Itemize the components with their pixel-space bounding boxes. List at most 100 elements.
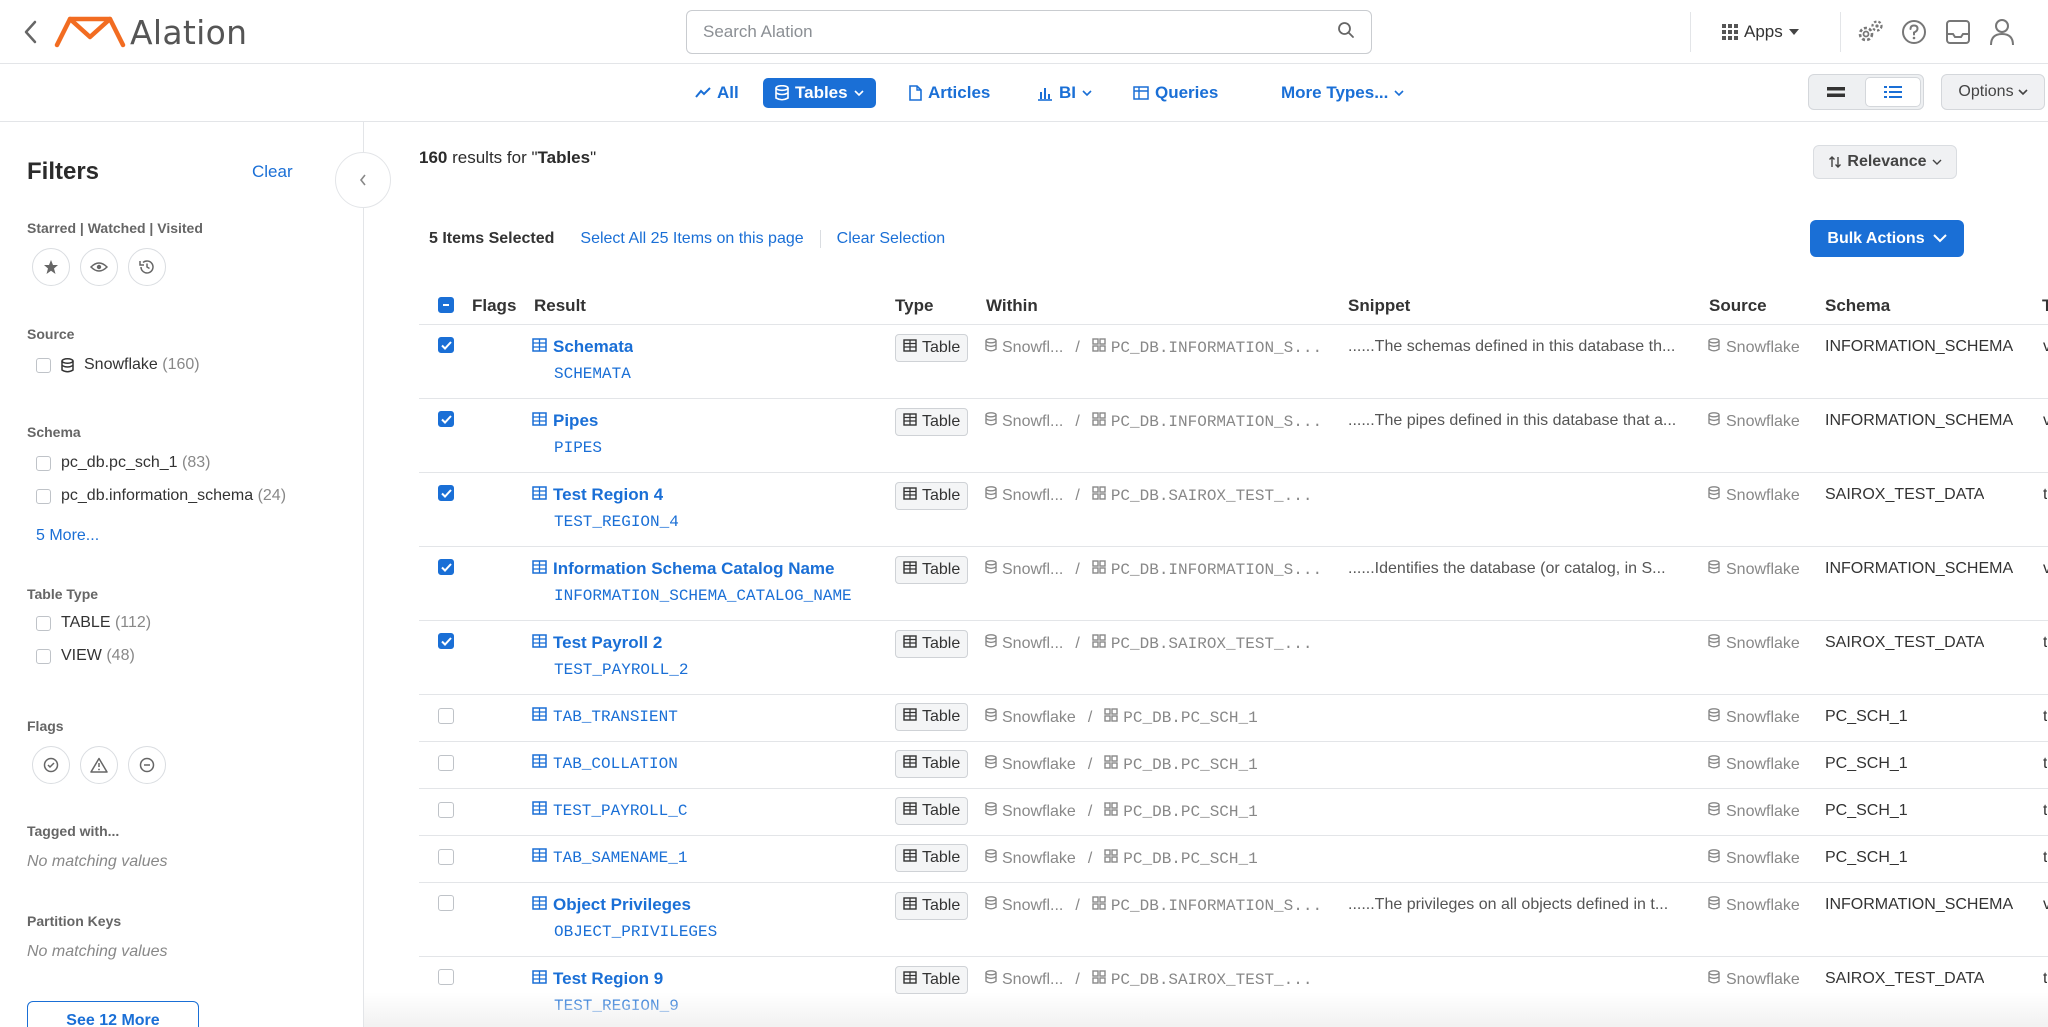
- row-checkbox[interactable]: [438, 755, 454, 771]
- tab-bi[interactable]: BI: [1025, 78, 1104, 108]
- compact-view-button[interactable]: [1809, 75, 1863, 109]
- inbox-icon[interactable]: [1942, 16, 1974, 48]
- filter-checkbox[interactable]: [36, 488, 51, 504]
- result-title-link[interactable]: Schemata: [532, 337, 633, 357]
- table-icon: [532, 969, 547, 989]
- table-row[interactable]: Pipes PIPES Table Snowfl... / PC_DB.INFORMATI…: [419, 398, 2048, 472]
- table-type-option-view[interactable]: VIEW (48): [36, 647, 135, 665]
- row-checkbox[interactable]: [438, 559, 454, 575]
- row-checkbox[interactable]: [438, 633, 454, 649]
- tab-articles[interactable]: Articles: [897, 78, 1002, 108]
- table-row[interactable]: TAB_SAMENAME_1 Table Snowflake / PC_DB.PC_SC…: [419, 835, 2048, 882]
- column-snippet[interactable]: Snippet: [1348, 296, 1410, 316]
- within-path[interactable]: Snowflake / PC_DB.PC_SCH_1: [985, 755, 1319, 774]
- filter-checkbox[interactable]: [36, 648, 51, 664]
- settings-gears-icon[interactable]: [1854, 16, 1886, 48]
- table-row[interactable]: Object Privileges OBJECT_PRIVILEGES Table S…: [419, 882, 2048, 956]
- result-title-link[interactable]: TAB_SAMENAME_1: [532, 848, 687, 867]
- collapse-sidebar-button[interactable]: [335, 152, 391, 208]
- filter-checkbox[interactable]: [36, 455, 51, 471]
- table-row[interactable]: Test Region 4 TEST_REGION_4 Table Snowfl...…: [419, 472, 2048, 546]
- schema-option-information-schema[interactable]: pc_db.information_schema (24): [36, 487, 286, 505]
- column-flags[interactable]: Flags: [472, 296, 516, 316]
- result-title-link[interactable]: Object Privileges: [532, 895, 691, 915]
- result-title-link[interactable]: Test Region 4: [532, 485, 663, 505]
- within-path[interactable]: Snowflake / PC_DB.PC_SCH_1: [985, 849, 1319, 868]
- within-path[interactable]: Snowflake / PC_DB.PC_SCH_1: [985, 708, 1319, 727]
- row-checkbox[interactable]: [438, 337, 454, 353]
- row-checkbox[interactable]: [438, 969, 454, 985]
- deprecated-flag-filter-button[interactable]: [128, 746, 166, 784]
- row-checkbox[interactable]: [438, 411, 454, 427]
- table-row[interactable]: TAB_COLLATION Table Snowflake / PC_DB.PC_SCH…: [419, 741, 2048, 788]
- sort-dropdown[interactable]: Relevance: [1813, 145, 1957, 179]
- result-title-link[interactable]: Test Payroll 2: [532, 633, 662, 653]
- column-source[interactable]: Source: [1709, 296, 1767, 316]
- result-title-link[interactable]: TAB_TRANSIENT: [532, 707, 678, 726]
- table-row[interactable]: TAB_TRANSIENT Table Snowflake / PC_DB.PC_SCH…: [419, 694, 2048, 741]
- filter-checkbox[interactable]: [36, 615, 51, 631]
- row-checkbox[interactable]: [438, 802, 454, 818]
- alation-logo[interactable]: Alation: [54, 12, 247, 52]
- filter-checkbox[interactable]: [36, 357, 51, 373]
- row-checkbox[interactable]: [438, 895, 454, 911]
- apps-menu-button[interactable]: Apps: [1722, 18, 1799, 46]
- visited-filter-button[interactable]: [128, 248, 166, 286]
- bulk-actions-button[interactable]: Bulk Actions: [1810, 220, 1964, 257]
- clear-filters-link[interactable]: Clear: [252, 162, 293, 182]
- result-title-link[interactable]: TEST_PAYROLL_C: [532, 801, 687, 820]
- within-path[interactable]: Snowfl... / PC_DB.INFORMATION_S...: [985, 338, 1319, 357]
- row-checkbox[interactable]: [438, 485, 454, 501]
- column-result[interactable]: Result: [534, 296, 586, 316]
- source-option-snowflake[interactable]: Snowflake (160): [36, 356, 200, 374]
- within-schema: PC_DB.INFORMATION_S...: [1110, 896, 1319, 915]
- tab-all[interactable]: All: [683, 78, 751, 108]
- within-path[interactable]: Snowflake / PC_DB.PC_SCH_1: [985, 802, 1319, 821]
- tab-more-types-label: More Types...: [1281, 83, 1389, 102]
- within-path[interactable]: Snowfl... / PC_DB.INFORMATION_S...: [985, 896, 1319, 915]
- list-view-button[interactable]: [1865, 77, 1921, 107]
- within-path[interactable]: Snowfl... / PC_DB.SAIROX_TEST_...: [985, 486, 1319, 505]
- select-all-checkbox[interactable]: [438, 297, 454, 313]
- search-input[interactable]: [703, 22, 1337, 42]
- starred-filter-button[interactable]: [32, 248, 70, 286]
- select-all-link[interactable]: Select All 25 Items on this page: [564, 230, 819, 248]
- row-checkbox[interactable]: [438, 849, 454, 865]
- search-box[interactable]: [686, 10, 1372, 54]
- tab-tables[interactable]: Tables: [763, 78, 876, 108]
- user-avatar-icon[interactable]: [1986, 16, 2018, 48]
- options-dropdown[interactable]: Options: [1941, 74, 2045, 110]
- column-edge[interactable]: T: [2042, 296, 2048, 316]
- column-type[interactable]: Type: [895, 296, 933, 316]
- table-row[interactable]: Information Schema Catalog Name INFORMATI…: [419, 546, 2048, 620]
- warning-flag-filter-button[interactable]: [80, 746, 118, 784]
- see-more-filters-button[interactable]: See 12 More: [27, 1001, 199, 1027]
- within-path[interactable]: Snowfl... / PC_DB.SAIROX_TEST_...: [985, 634, 1319, 653]
- table-icon: [532, 485, 547, 505]
- tab-queries[interactable]: Queries: [1121, 78, 1230, 108]
- back-icon[interactable]: [18, 18, 42, 46]
- row-checkbox[interactable]: [438, 708, 454, 724]
- tab-more-types[interactable]: More Types...: [1269, 78, 1416, 108]
- column-within[interactable]: Within: [986, 296, 1038, 316]
- table-type-option-table[interactable]: TABLE (112): [36, 614, 151, 632]
- result-title-link[interactable]: Pipes: [532, 411, 598, 431]
- help-icon[interactable]: [1898, 16, 1930, 48]
- watched-filter-button[interactable]: [80, 248, 118, 286]
- column-schema[interactable]: Schema: [1825, 296, 1890, 316]
- schema-option-pc-sch-1[interactable]: pc_db.pc_sch_1 (83): [36, 454, 210, 472]
- endorsed-flag-filter-button[interactable]: [32, 746, 70, 784]
- schema-more-link[interactable]: 5 More...: [36, 527, 99, 545]
- result-title-link[interactable]: TAB_COLLATION: [532, 754, 678, 773]
- within-path[interactable]: Snowfl... / PC_DB.INFORMATION_S...: [985, 412, 1319, 431]
- table-row[interactable]: TEST_PAYROLL_C Table Snowflake / PC_DB.PC_SC…: [419, 788, 2048, 835]
- within-path[interactable]: Snowfl... / PC_DB.INFORMATION_S...: [985, 560, 1319, 579]
- result-title-link[interactable]: Information Schema Catalog Name: [532, 559, 835, 579]
- table-row[interactable]: Test Region 9 TEST_REGION_9 Table Snowfl...…: [419, 956, 2048, 1027]
- table-row[interactable]: Test Payroll 2 TEST_PAYROLL_2 Table Snowfl.…: [419, 620, 2048, 694]
- table-row[interactable]: Schemata SCHEMATA Table Snowfl... / PC_DB.INF…: [419, 324, 2048, 398]
- within-path[interactable]: Snowfl... / PC_DB.SAIROX_TEST_...: [985, 970, 1319, 989]
- clear-selection-link[interactable]: Clear Selection: [819, 230, 962, 248]
- search-icon[interactable]: [1337, 21, 1355, 44]
- result-title-link[interactable]: Test Region 9: [532, 969, 663, 989]
